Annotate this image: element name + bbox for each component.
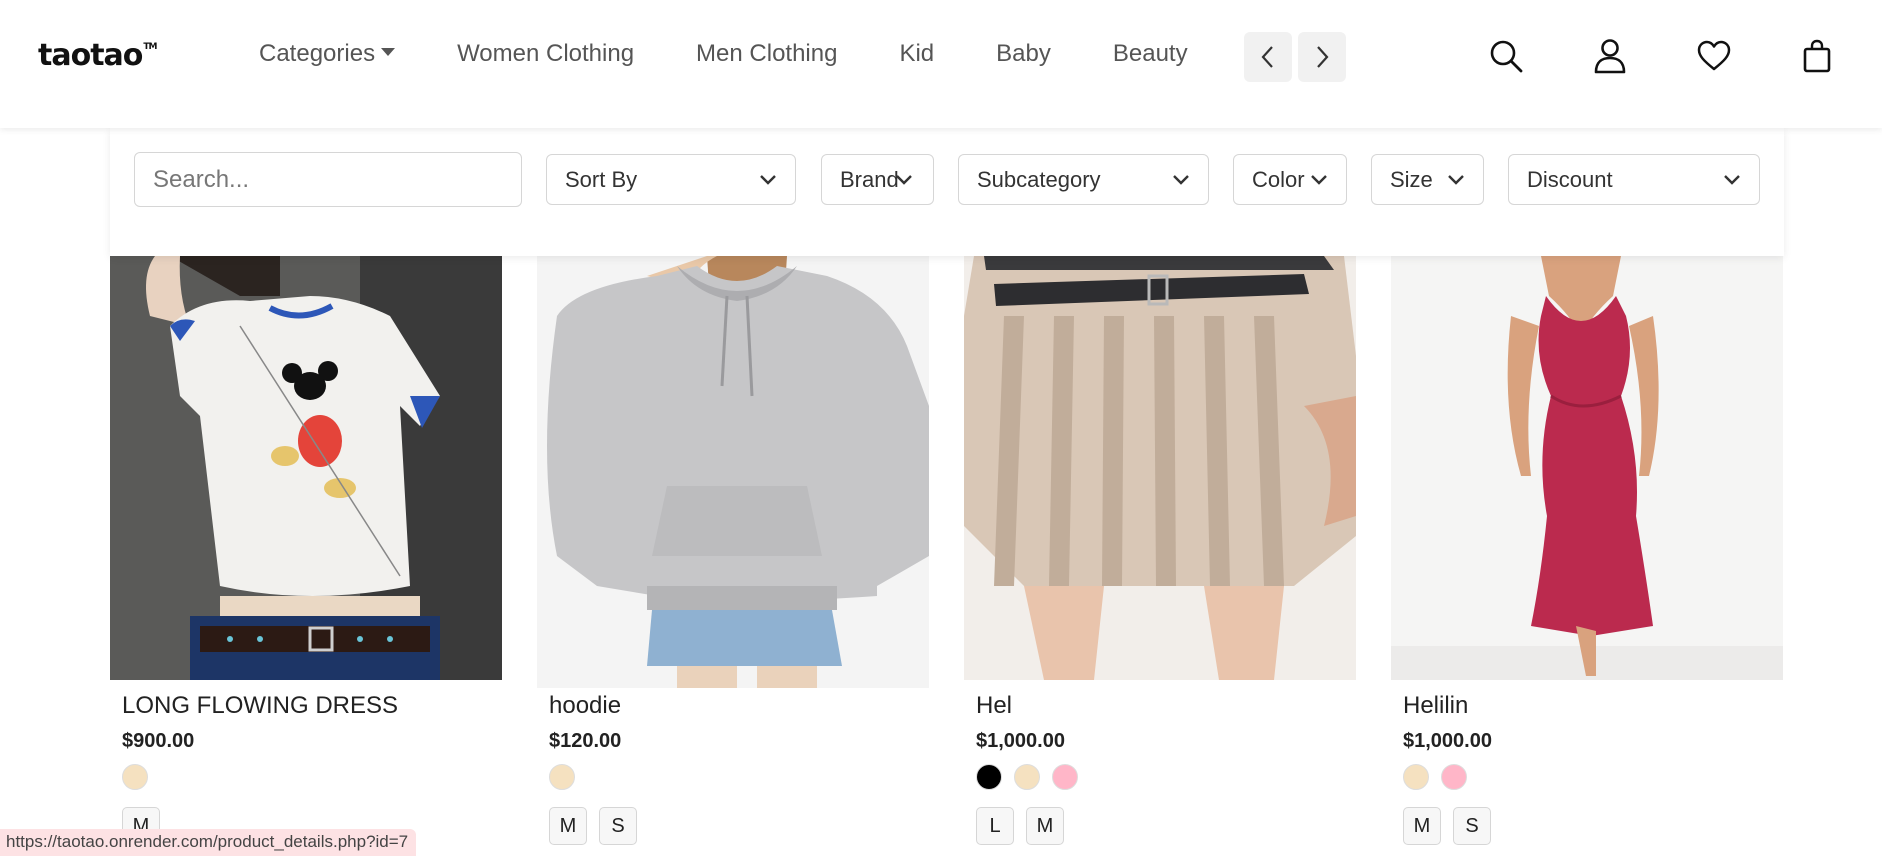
nav-item-kid[interactable]: Kid [899, 40, 934, 68]
nav-item-women-clothing[interactable]: Women Clothing [457, 40, 634, 68]
logo[interactable]: taotaoTM [38, 38, 158, 73]
nav-item-label: Categories [259, 40, 376, 67]
size-options: L M [976, 807, 1076, 845]
site-header: taotaoTM Categories Women Clothing Men C… [0, 0, 1882, 128]
size-chip[interactable]: M [1403, 807, 1441, 845]
account-button[interactable] [1590, 36, 1630, 76]
product-name[interactable]: hoodie [549, 692, 621, 720]
product-name[interactable]: Helilin [1403, 692, 1468, 720]
product-image[interactable] [964, 256, 1356, 680]
nav-prev-button[interactable] [1244, 32, 1292, 82]
nav-item-men-clothing[interactable]: Men Clothing [696, 40, 837, 68]
brand-select[interactable]: Brand [821, 154, 934, 205]
chevron-down-icon [1173, 175, 1189, 185]
color-swatch-black[interactable] [976, 764, 1002, 790]
chevron-down-icon [1724, 175, 1740, 185]
subcategory-select[interactable]: Subcategory [958, 154, 1209, 205]
product-photo-tshirt [110, 256, 502, 680]
product-image[interactable] [537, 256, 929, 688]
color-swatch-beige[interactable] [1014, 764, 1040, 790]
nav-item-label: Baby [996, 40, 1051, 67]
product-price: $1,000.00 [1403, 730, 1492, 752]
nav-next-button[interactable] [1298, 32, 1346, 82]
cart-button[interactable] [1797, 36, 1837, 76]
filter-bar: Sort By Brand Subcategory Color Size Dis… [110, 128, 1784, 256]
product-card[interactable]: Hel $1,000.00 L M [964, 256, 1356, 856]
select-label: Color [1252, 166, 1305, 192]
product-grid: LONG FLOWING DRESS $900.00 M hoodie $120… [110, 256, 1784, 856]
chevron-left-icon [1261, 46, 1273, 68]
product-card[interactable]: hoodie $120.00 M S [537, 256, 929, 856]
size-options: M S [1403, 807, 1503, 845]
chevron-right-icon [1317, 46, 1329, 68]
select-label: Sort By [565, 166, 638, 192]
product-name[interactable]: LONG FLOWING DRESS [122, 692, 398, 720]
product-image[interactable] [1391, 256, 1783, 680]
color-select[interactable]: Color [1233, 154, 1347, 205]
select-label: Brand [840, 166, 899, 192]
select-label: Discount [1527, 166, 1613, 192]
color-swatches [976, 764, 1090, 790]
logo-text: taotao [38, 38, 143, 73]
color-swatches [1403, 764, 1479, 790]
color-swatches [549, 764, 587, 790]
size-chip[interactable]: L [976, 807, 1014, 845]
chevron-down-icon [760, 175, 776, 185]
size-select[interactable]: Size [1371, 154, 1484, 205]
color-swatch-beige[interactable] [1403, 764, 1429, 790]
product-name[interactable]: Hel [976, 692, 1012, 720]
chevron-down-icon [896, 175, 912, 185]
caret-down-icon [381, 47, 396, 56]
size-chip[interactable]: M [549, 807, 587, 845]
product-card[interactable]: Helilin $1,000.00 M S [1391, 256, 1783, 856]
main-nav: Categories Women Clothing Men Clothing K… [259, 40, 1250, 68]
color-swatch-beige[interactable] [122, 764, 148, 790]
select-label: Subcategory [977, 166, 1101, 192]
nav-item-label: Women Clothing [457, 40, 635, 67]
product-price: $1,000.00 [976, 730, 1065, 752]
product-image[interactable] [110, 256, 502, 680]
nav-item-label: Kid [899, 40, 935, 67]
user-icon [1594, 39, 1626, 74]
nav-item-beauty[interactable]: Beauty [1113, 40, 1188, 68]
color-swatch-beige[interactable] [549, 764, 575, 790]
product-price: $120.00 [549, 730, 622, 752]
search-icon [1490, 40, 1523, 73]
size-options: M S [549, 807, 649, 845]
search-button[interactable] [1486, 36, 1526, 76]
heart-icon [1697, 40, 1731, 71]
size-chip[interactable]: S [599, 807, 637, 845]
product-card[interactable]: LONG FLOWING DRESS $900.00 M [110, 256, 502, 856]
color-swatch-pink[interactable] [1052, 764, 1078, 790]
product-photo-hoodie [537, 256, 929, 688]
nav-item-label: Men Clothing [696, 40, 838, 67]
chevron-down-icon [1448, 175, 1464, 185]
trademark: TM [143, 42, 157, 52]
discount-select[interactable]: Discount [1508, 154, 1760, 205]
nav-item-label: Beauty [1112, 40, 1188, 67]
search-input[interactable] [134, 152, 522, 207]
sort-by-select[interactable]: Sort By [546, 154, 796, 205]
product-photo-pleated-skirt [964, 256, 1356, 680]
product-photo-dress [1391, 256, 1783, 680]
size-chip[interactable]: S [1453, 807, 1491, 845]
wishlist-button[interactable] [1694, 36, 1734, 76]
color-swatches [122, 764, 160, 790]
color-swatch-pink[interactable] [1441, 764, 1467, 790]
product-price: $900.00 [122, 730, 195, 752]
status-bar-url: https://taotao.onrender.com/product_deta… [0, 829, 417, 856]
select-label: Size [1390, 166, 1433, 192]
nav-item-categories[interactable]: Categories [259, 40, 396, 68]
nav-item-baby[interactable]: Baby [996, 40, 1051, 68]
size-chip[interactable]: M [1026, 807, 1064, 845]
shopping-bag-icon [1803, 39, 1831, 73]
chevron-down-icon [1311, 175, 1327, 185]
